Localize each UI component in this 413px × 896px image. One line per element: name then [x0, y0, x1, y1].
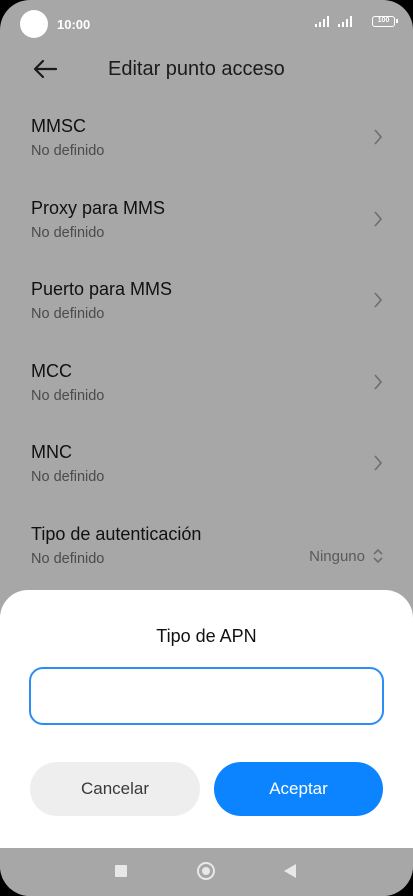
up-down-icon — [373, 548, 383, 564]
chevron-right-icon — [374, 374, 383, 390]
setting-row-mcc[interactable]: MCC No definido — [0, 361, 413, 441]
setting-title: Tipo de autenticación — [31, 524, 202, 544]
front-camera — [20, 10, 48, 38]
home-circle-icon[interactable] — [197, 862, 215, 880]
setting-row-mmsc[interactable]: MMSC No definido — [0, 116, 413, 196]
setting-title: MMSC — [31, 116, 86, 136]
phone-screen: 10:00 100 Editar punto acceso MMSC No de… — [0, 0, 413, 896]
chevron-right-icon — [374, 292, 383, 308]
navigation-bar — [0, 848, 413, 896]
setting-value: No definido — [31, 388, 105, 404]
auth-type-selected: Ninguno — [309, 548, 365, 565]
setting-value: No definido — [31, 306, 105, 322]
chevron-right-icon — [374, 211, 383, 227]
app-header: Editar punto acceso — [0, 48, 413, 90]
status-time: 10:00 — [57, 17, 91, 32]
signal-icon — [315, 16, 331, 27]
setting-title: Puerto para MMS — [31, 279, 173, 299]
accept-button[interactable]: Aceptar — [214, 762, 383, 816]
chevron-right-icon — [374, 129, 383, 145]
page-title: Editar punto acceso — [108, 58, 285, 80]
setting-row-proxy-mms[interactable]: Proxy para MMS No definido — [0, 198, 413, 278]
status-icons: 100 — [315, 16, 398, 30]
setting-value: No definido — [31, 551, 105, 567]
setting-title: MNC — [31, 442, 72, 462]
apn-type-input[interactable] — [29, 667, 384, 725]
setting-value: No definido — [31, 469, 105, 485]
setting-row-mms-port[interactable]: Puerto para MMS No definido — [0, 279, 413, 359]
battery-icon: 100 — [372, 16, 398, 27]
setting-title: Proxy para MMS — [31, 198, 166, 218]
setting-title: MCC — [31, 361, 72, 381]
recents-square-icon[interactable] — [115, 865, 127, 877]
cancel-button[interactable]: Cancelar — [30, 762, 200, 816]
setting-value: No definido — [31, 225, 105, 241]
setting-value: No definido — [31, 143, 105, 159]
back-triangle-icon[interactable] — [284, 864, 296, 878]
status-bar: 10:00 100 — [0, 0, 413, 46]
signal-icon — [338, 16, 354, 27]
setting-row-mnc[interactable]: MNC No definido — [0, 442, 413, 522]
chevron-right-icon — [374, 455, 383, 471]
dialog-title: Tipo de APN — [156, 626, 257, 646]
arrow-left-icon[interactable] — [32, 57, 58, 81]
apn-type-dialog: Tipo de APN Cancelar Aceptar — [0, 590, 413, 848]
